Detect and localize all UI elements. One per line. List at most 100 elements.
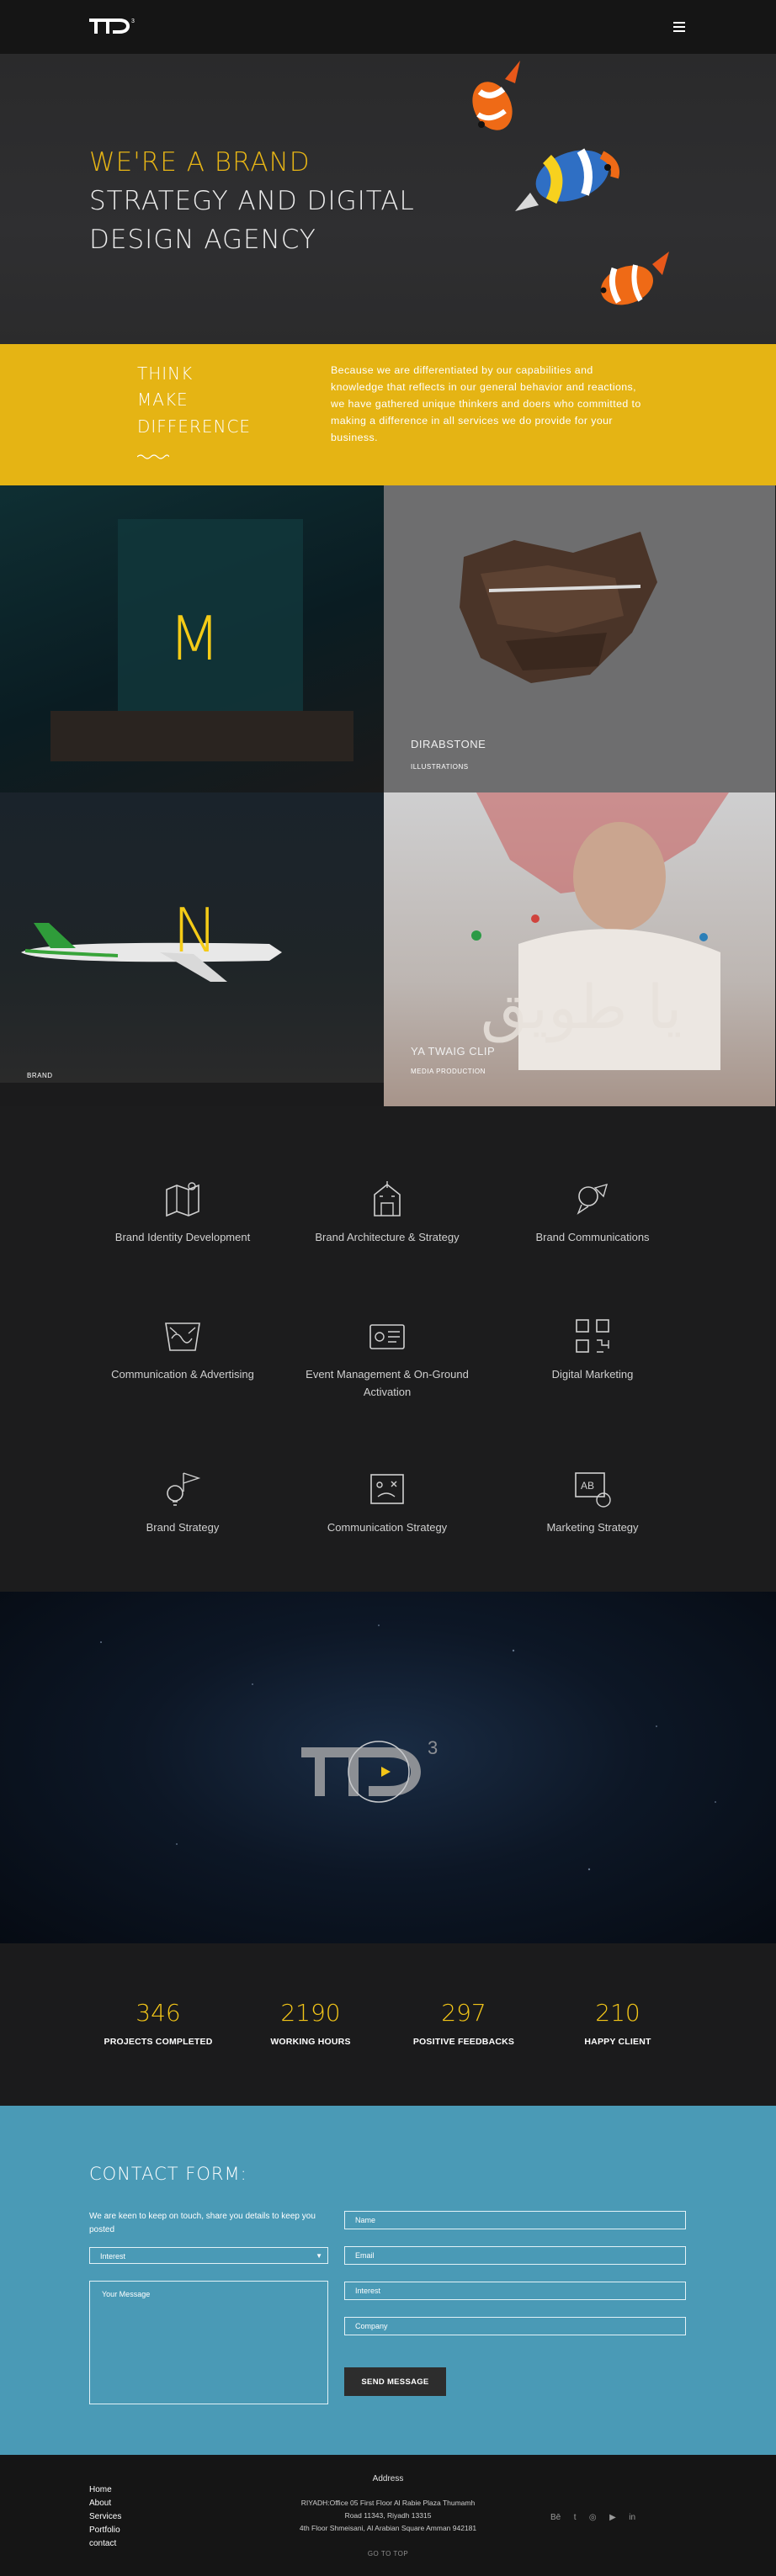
footer-link-home[interactable]: Home <box>89 2485 112 2494</box>
ab-testing-icon: AB <box>575 1472 611 1508</box>
think-make-difference-section: THINK MAKE DIFFERENCE Because we are dif… <box>0 344 776 485</box>
hero-headline-line1: WE'RE A BRAND <box>89 147 311 178</box>
svg-text:AB: AB <box>581 1480 594 1492</box>
stat-value: 210 <box>595 1999 640 2027</box>
hero-headline-line2: STRATEGY AND DIGITAL <box>89 186 415 216</box>
ya-twaig-artwork-image: يا طويق <box>471 792 729 1070</box>
portfolio-item-dirabstone[interactable]: DIRABSTONE ILLUSTRATIONS <box>384 485 775 792</box>
company-input[interactable] <box>344 2317 686 2335</box>
services-section: Brand Identity Development Brand Archite… <box>0 1106 776 1592</box>
wood-base-image <box>50 711 353 761</box>
play-icon[interactable] <box>379 1765 392 1778</box>
stat-value: 346 <box>136 1999 181 2027</box>
stats-section: 346 PROJECTS COMPLETED 2190 WORKING HOUR… <box>0 1943 776 2106</box>
service-label: Digital Marketing <box>551 1368 634 1381</box>
social-links: Bē t ◎ ▶ in <box>550 2509 645 2524</box>
message-placeholder: Your Message <box>102 2290 151 2298</box>
service-label: Brand Architecture & Strategy <box>315 1231 460 1243</box>
stat-label: WORKING HOURS <box>270 2037 351 2047</box>
stat-happy-client: 210 HAPPY CLIENT <box>534 1999 702 2047</box>
stat-projects-completed: 346 PROJECTS COMPLETED <box>74 1999 242 2047</box>
go-to-top-link[interactable]: GO TO TOP <box>0 2550 776 2557</box>
stat-label: PROJECTS COMPLETED <box>104 2037 213 2047</box>
service-digital-marketing[interactable]: Digital Marketing <box>492 1315 694 1383</box>
address-title: Address <box>372 2474 404 2483</box>
service-label: Communication Strategy <box>327 1521 448 1534</box>
squiggle-divider-icon <box>137 454 169 459</box>
contact-description: We are keen to keep on touch, share you … <box>89 2212 316 2234</box>
portfolio-item-letter: M <box>168 603 221 674</box>
service-brand-architecture-strategy[interactable]: Brand Architecture & Strategy <box>286 1178 488 1246</box>
interest-input[interactable] <box>344 2282 686 2300</box>
portfolio-item-title: YA TWAIG CLIP <box>411 1045 496 1057</box>
site-footer: Home About Services Portfolio contact Ad… <box>0 2455 776 2576</box>
logo-mark-icon: 3 <box>89 19 135 34</box>
stat-positive-feedbacks: 297 POSITIVE FEEDBACKS <box>380 1999 548 2047</box>
contact-title: CONTACT FORM: <box>89 2164 247 2184</box>
map-icon <box>166 1182 199 1217</box>
think-paragraph: Because we are differentiated by our cap… <box>331 364 641 443</box>
hamburger-icon[interactable] <box>673 22 685 32</box>
behance-icon[interactable]: Bē <box>550 2513 561 2522</box>
instagram-icon[interactable]: ◎ <box>589 2513 597 2522</box>
youtube-icon[interactable]: ▶ <box>609 2513 616 2522</box>
portfolio-item-ya-twaig-clip[interactable]: يا طويق YA TWAIG CLIP MEDIA PRODUCTION <box>384 792 775 1106</box>
think-heading-line3: DIFFERENCE <box>137 416 252 437</box>
address-line: Road 11343, Riyadh 13315 <box>344 2511 432 2520</box>
service-event-management[interactable]: Event Management & On-Ground Activation <box>286 1315 488 1401</box>
chevron-down-icon: ▼ <box>316 2252 322 2260</box>
portfolio-item-m[interactable]: M <box>0 485 384 792</box>
contact-section: CONTACT FORM: We are keen to keep on tou… <box>0 2106 776 2455</box>
lightbulb-flag-icon <box>167 1472 201 1506</box>
interest-select-value: Interest <box>100 2252 126 2261</box>
service-label: Marketing Strategy <box>546 1521 639 1534</box>
stat-value: 2190 <box>280 1999 341 2027</box>
interest-select[interactable]: Interest ▼ <box>89 2247 328 2264</box>
speech-bubbles-icon <box>577 1183 609 1215</box>
stat-label: HAPPY CLIENT <box>584 2037 651 2047</box>
portfolio-item-category: MEDIA PRODUCTION <box>411 1068 486 1075</box>
portfolio-item-n[interactable]: N BRAND <box>0 792 384 1083</box>
message-textarea[interactable]: Your Message <box>89 2281 328 2404</box>
service-brand-strategy[interactable]: Brand Strategy <box>82 1468 284 1536</box>
send-message-button[interactable]: SEND MESSAGE <box>344 2367 446 2396</box>
bluefish-illustration <box>515 148 619 211</box>
building-icon <box>374 1181 401 1216</box>
stat-working-hours: 2190 WORKING HOURS <box>226 1999 395 2047</box>
service-brand-communications[interactable]: Brand Communications <box>492 1178 694 1246</box>
hero-section: WE'RE A BRAND STRATEGY AND DIGITAL DESIG… <box>0 54 776 344</box>
svg-text:3: 3 <box>428 1737 438 1758</box>
footer-link-contact[interactable]: contact <box>89 2539 116 2548</box>
qr-code-icon <box>576 1319 609 1353</box>
address-line: 4th Floor Shmeisani, Al Arabian Square A… <box>299 2524 477 2532</box>
service-brand-identity-development[interactable]: Brand Identity Development <box>82 1178 284 1246</box>
service-label: Event Management & On-Ground Activation <box>306 1368 469 1398</box>
ticket-icon <box>369 1324 405 1349</box>
stat-value: 297 <box>441 1999 486 2027</box>
portfolio-item-letter: N <box>173 895 218 966</box>
site-header: 3 <box>0 0 776 54</box>
service-communication-strategy[interactable]: Communication Strategy <box>286 1468 488 1536</box>
service-label: Brand Strategy <box>146 1521 220 1534</box>
hero-headline-line3: DESIGN AGENCY <box>89 225 316 255</box>
portfolio-item-category: BRAND <box>27 1072 53 1079</box>
service-marketing-strategy[interactable]: AB Marketing Strategy <box>492 1468 694 1536</box>
strategy-board-icon <box>370 1474 404 1504</box>
dirabstone-artwork-image <box>460 532 657 683</box>
clownfish-illustration-2 <box>600 252 669 305</box>
stat-label: POSITIVE FEEDBACKS <box>412 2037 515 2047</box>
email-input[interactable] <box>344 2246 686 2265</box>
airplane-image <box>21 923 282 982</box>
service-label: Brand Identity Development <box>114 1231 251 1243</box>
think-heading-line2: MAKE <box>137 390 189 410</box>
service-communication-advertising[interactable]: Communication & Advertising <box>82 1315 284 1383</box>
linkedin-icon[interactable]: in <box>629 2513 635 2522</box>
portfolio-grid: M DIRABSTONE ILLUSTRATIONS N BRAND يا طو… <box>0 485 776 1106</box>
site-logo[interactable]: 3 <box>88 15 138 37</box>
svg-text:3: 3 <box>131 19 135 24</box>
name-input[interactable] <box>344 2211 686 2229</box>
showreel-video[interactable]: 3 <box>0 1592 776 1943</box>
twitter-icon[interactable]: t <box>574 2513 577 2522</box>
svg-text:يا طويق: يا طويق <box>481 972 682 1043</box>
think-heading-line1: THINK <box>137 363 194 384</box>
